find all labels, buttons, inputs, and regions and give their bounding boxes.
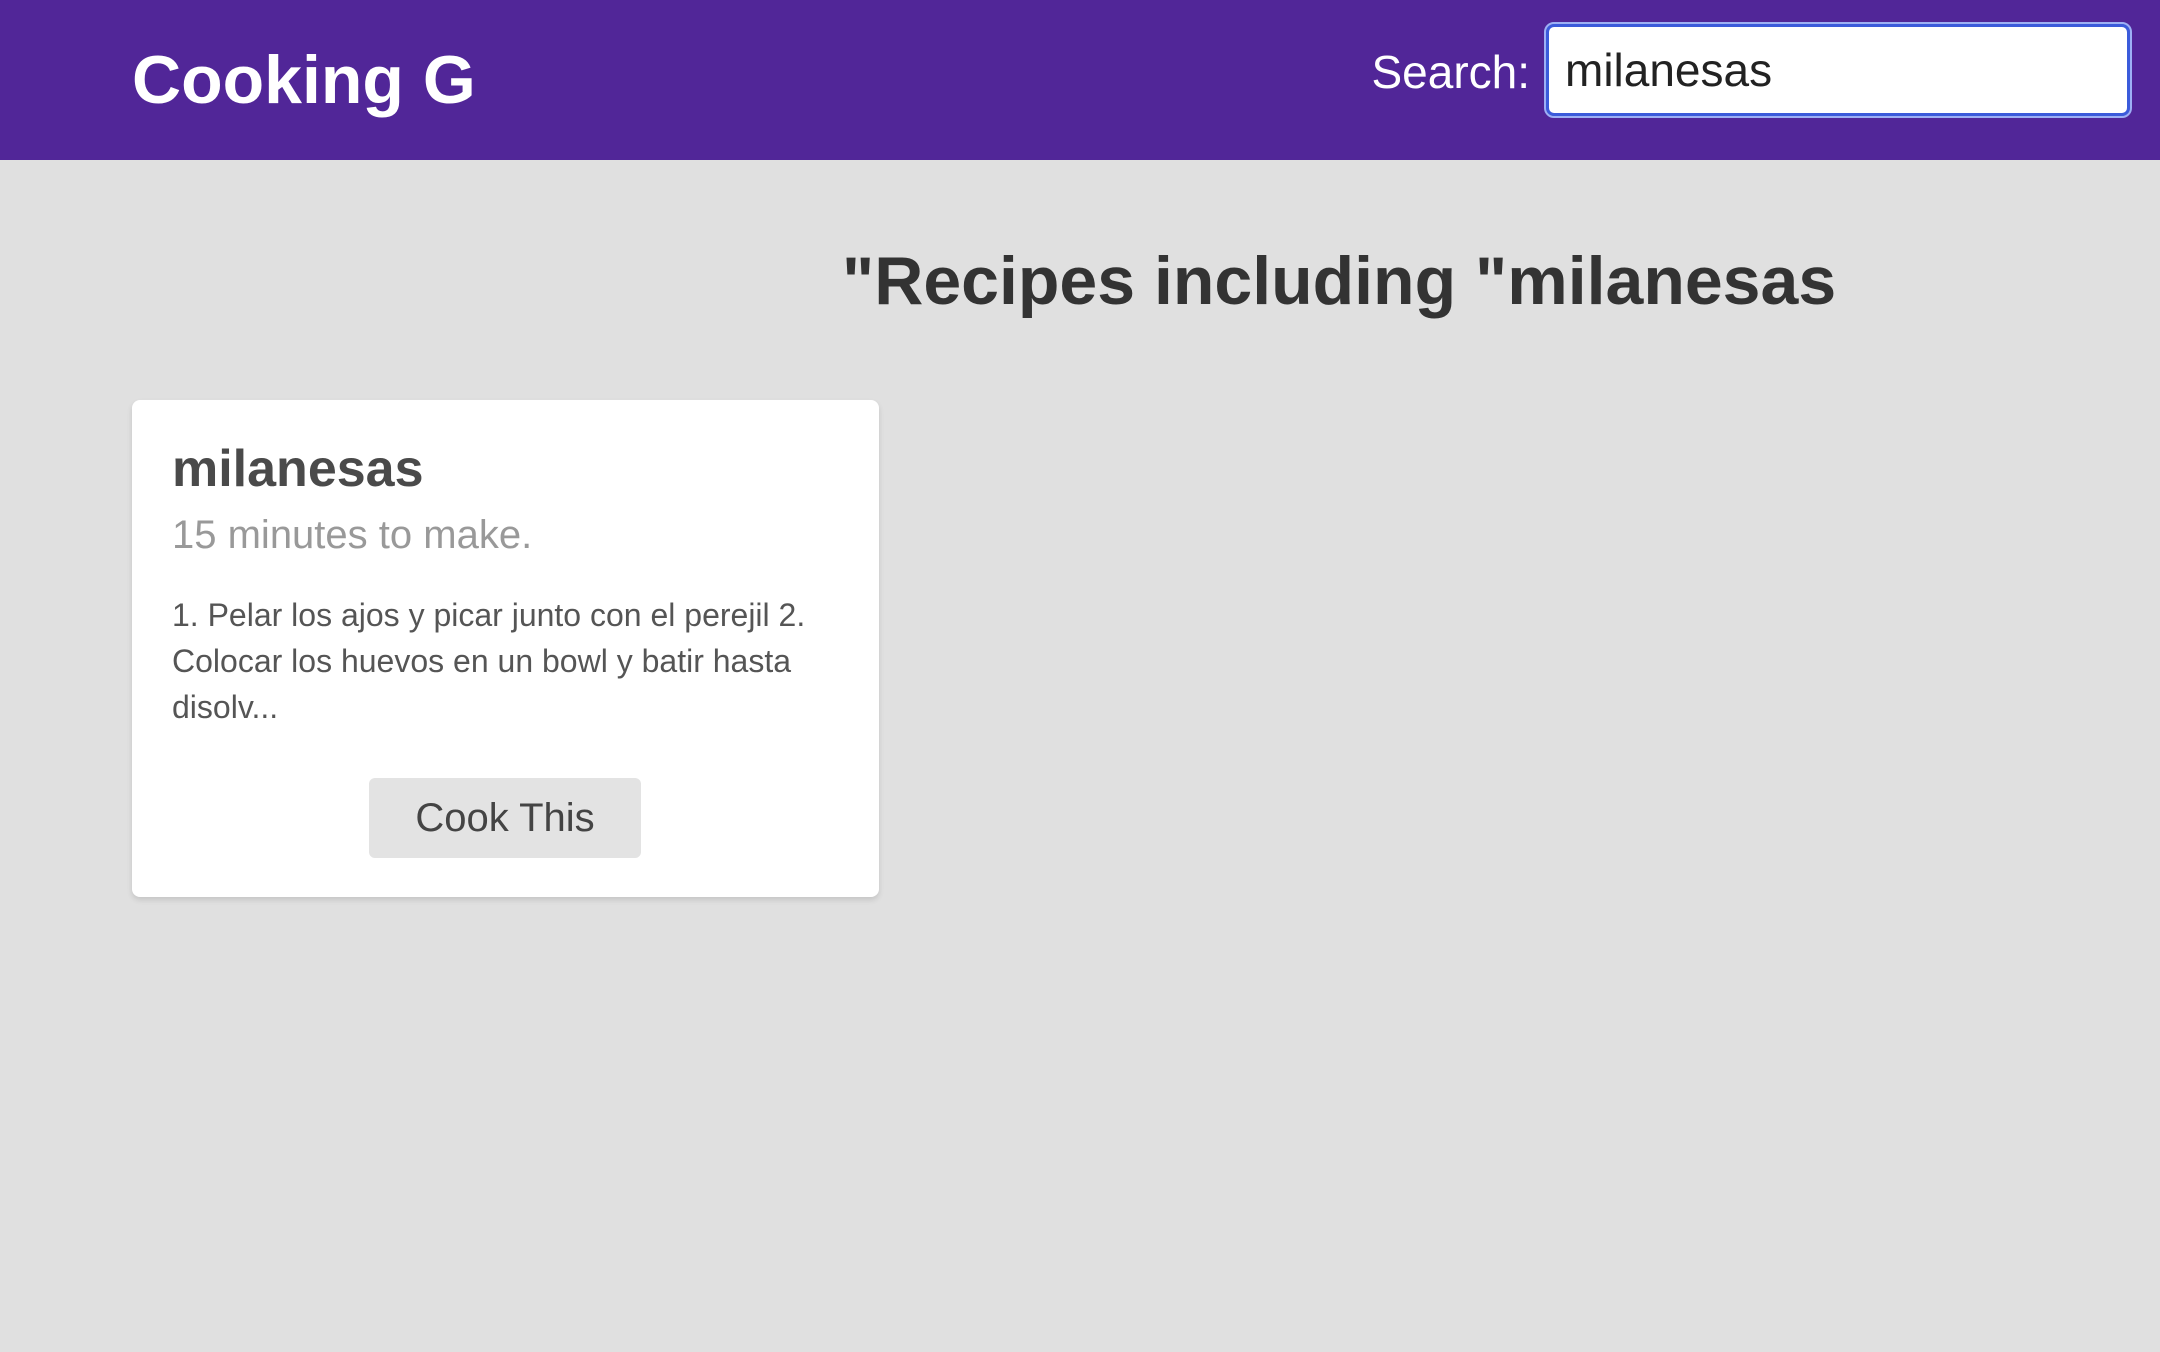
search-input[interactable] — [1544, 22, 2132, 118]
recipe-time: 15 minutes to make. — [172, 513, 533, 557]
recipe-title: milanesas — [172, 440, 424, 498]
top-header: Cooking G Search: — [0, 0, 2160, 160]
brand-logo[interactable]: Cooking G — [132, 30, 476, 130]
cook-this-button[interactable]: Cook This — [369, 778, 641, 858]
search-label: Search: — [1371, 46, 1530, 98]
recipe-description: 1. Pelar los ajos y picar junto con el p… — [172, 597, 806, 725]
recipe-card: milanesas 15 minutes to make. 1. Pelar l… — [132, 400, 879, 897]
page-title: "Recipes including "milanesas — [842, 243, 1837, 319]
